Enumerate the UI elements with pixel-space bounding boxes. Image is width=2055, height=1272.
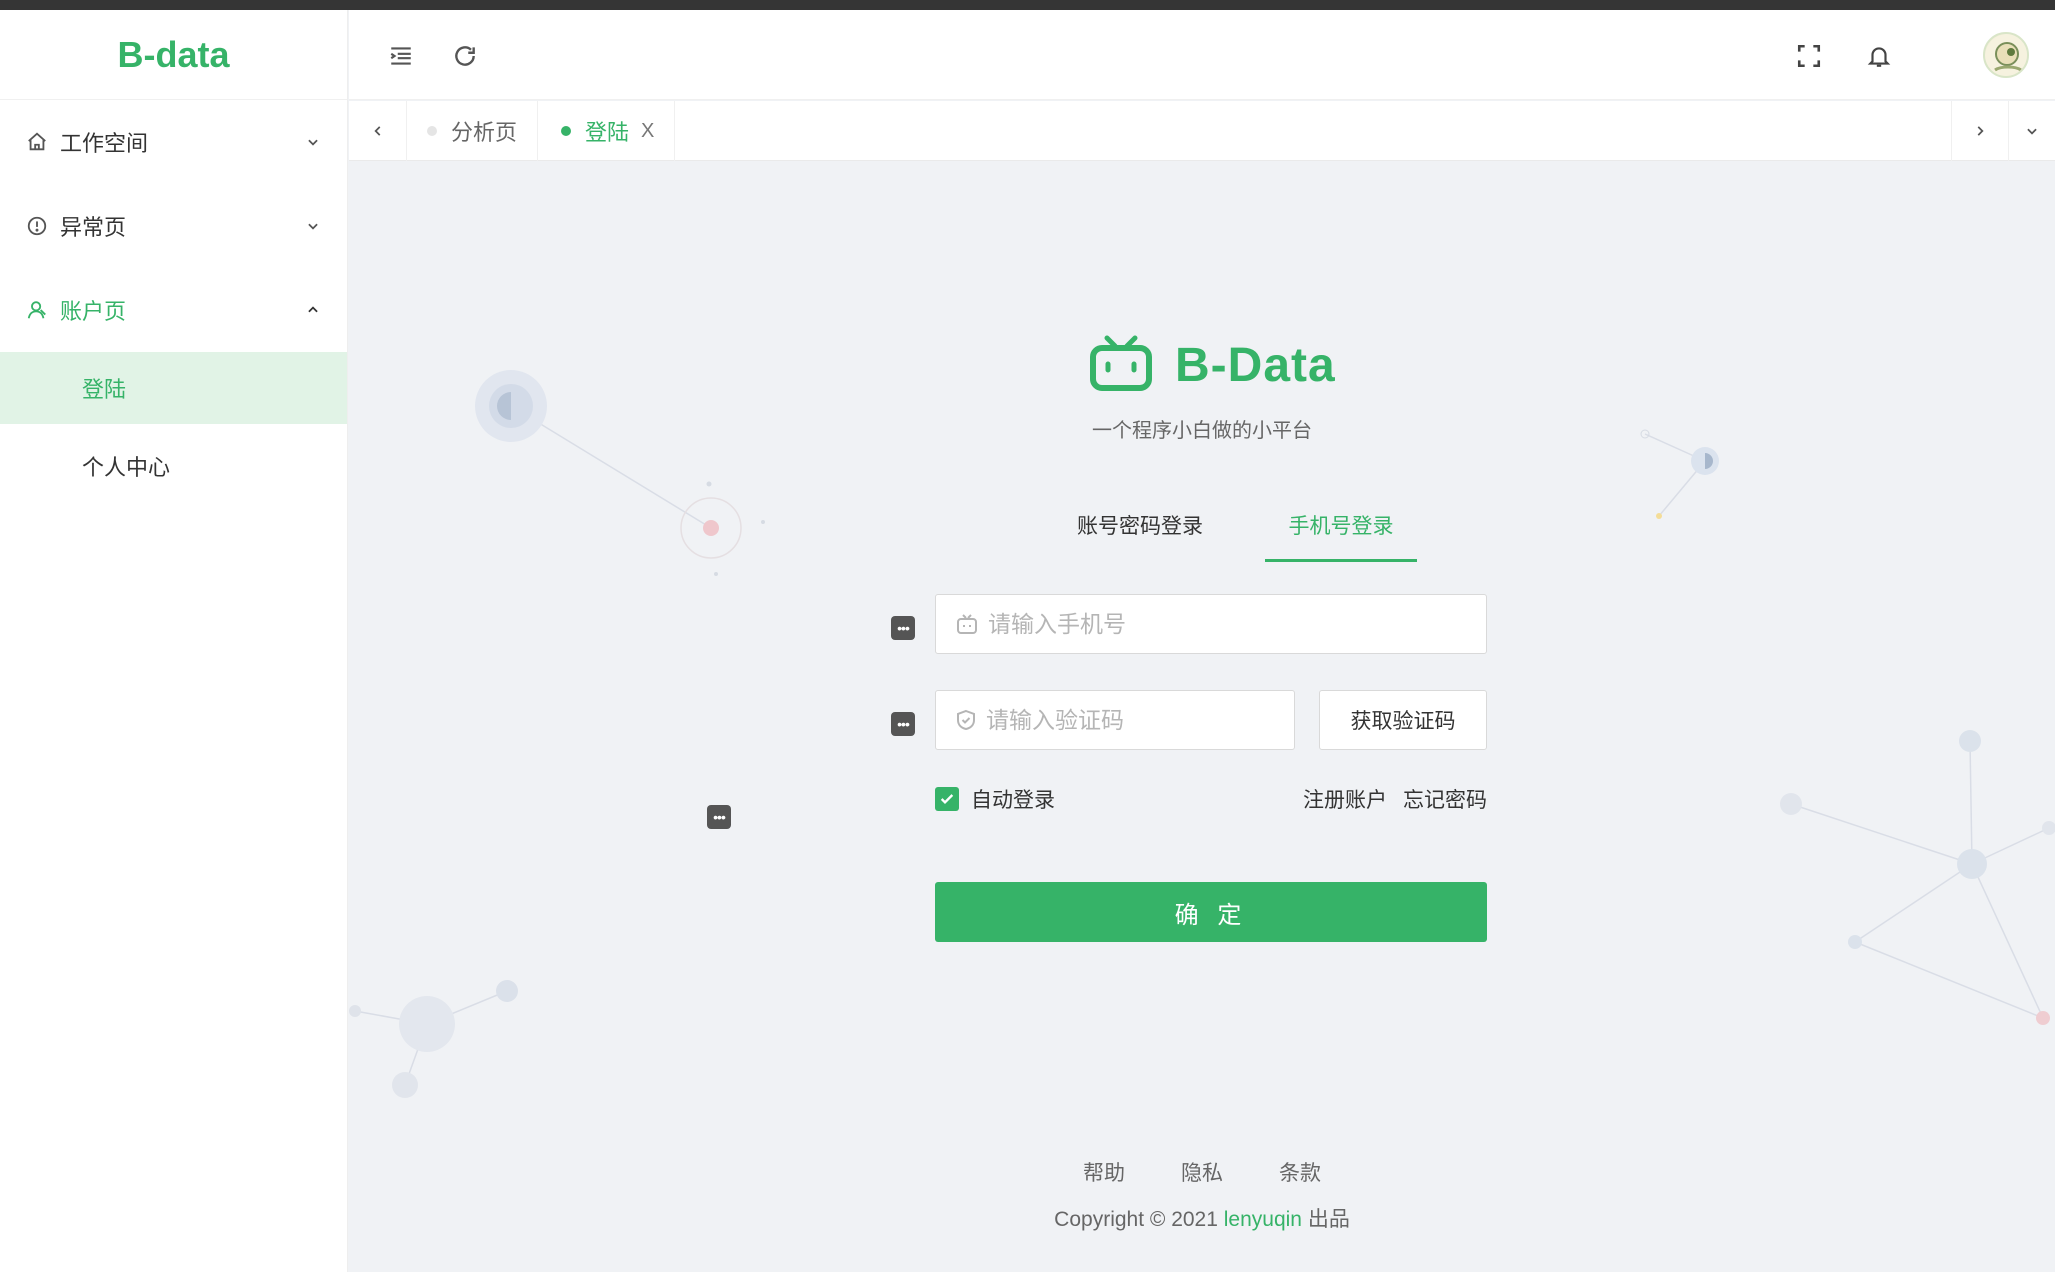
copyright-prefix: Copyright © 2021 — [1054, 1208, 1224, 1231]
phone-field[interactable] — [935, 594, 1487, 654]
footer-link-privacy[interactable]: 隐私 — [1181, 1157, 1223, 1187]
password-manager-icon[interactable]: ••• — [891, 712, 915, 736]
sidebar-item-workspace[interactable]: 工作空间 — [0, 100, 347, 184]
chevron-down-icon — [303, 216, 323, 236]
menu-fold-icon[interactable] — [385, 40, 417, 72]
close-icon[interactable]: X — [641, 120, 654, 143]
register-link[interactable]: 注册账户 — [1303, 784, 1387, 814]
chevron-down-icon — [303, 132, 323, 152]
brand: B-Data — [1089, 334, 1336, 397]
sidebar-item-account[interactable]: 账户页 — [0, 268, 347, 352]
refresh-icon[interactable] — [449, 40, 481, 72]
shield-check-icon — [954, 707, 978, 733]
submit-button[interactable]: 确 定 — [935, 882, 1487, 942]
tab-login[interactable]: 登陆 X — [541, 101, 676, 161]
tab-status-dot — [427, 126, 437, 136]
top-header — [349, 10, 2055, 100]
fullscreen-icon[interactable] — [1793, 40, 1825, 72]
tabs-scroll-right-icon[interactable] — [1951, 101, 2009, 161]
tabs-dropdown-icon[interactable] — [2009, 101, 2055, 161]
page-tabs-bar: 分析页 登陆 X — [349, 101, 2055, 161]
login-method-tabs: 账号密码登录 手机号登录 — [1029, 510, 1429, 562]
home-icon — [24, 129, 50, 155]
window-top-strip — [0, 0, 2055, 10]
alert-circle-icon — [24, 213, 50, 239]
sidebar-item-label: 异常页 — [60, 215, 127, 240]
forgot-password-link[interactable]: 忘记密码 — [1403, 784, 1487, 814]
sidebar-item-exception[interactable]: 异常页 — [0, 184, 347, 268]
sidebar-subitem-profile[interactable]: 个人中心 — [0, 430, 347, 502]
brand-subtitle: 一个程序小白做的小平台 — [1092, 420, 1312, 442]
tab-label: 分析页 — [451, 120, 518, 145]
login-page: B-Data 一个程序小白做的小平台 账号密码登录 手机号登录 ••• ••• … — [349, 162, 2055, 1272]
copyright-author-link[interactable]: lenyuqin — [1224, 1208, 1302, 1231]
bell-icon[interactable] — [1863, 40, 1895, 72]
mobile-icon — [954, 611, 980, 637]
avatar[interactable] — [1983, 32, 2029, 78]
password-manager-icon[interactable]: ••• — [707, 805, 731, 829]
brand-title: B-Data — [1175, 339, 1336, 392]
verification-code-field[interactable] — [935, 690, 1295, 750]
get-verification-code-button[interactable]: 获取验证码 — [1319, 690, 1487, 750]
tab-account-password-login[interactable]: 账号密码登录 — [1077, 510, 1203, 562]
checkmark-icon — [935, 787, 959, 811]
tabs-scroll-left-icon[interactable] — [349, 101, 407, 161]
auto-login-checkbox[interactable]: 自动登录 — [935, 784, 1055, 814]
phone-input[interactable] — [988, 610, 1468, 638]
copyright-suffix: 出品 — [1301, 1208, 1350, 1231]
verification-code-input[interactable] — [986, 706, 1282, 734]
tab-label: 登陆 — [585, 120, 630, 145]
sidebar: B-data 工作空间 异常页 账户页 登陆 个人中心 — [0, 10, 348, 1272]
footer-links: 帮助 隐私 条款 — [349, 1157, 2055, 1187]
footer-link-terms[interactable]: 条款 — [1279, 1157, 1321, 1187]
tab-analysis[interactable]: 分析页 — [407, 101, 539, 161]
sidebar-item-label: 账户页 — [60, 299, 127, 324]
app-logo[interactable]: B-data — [0, 10, 347, 100]
copyright: Copyright © 2021 lenyuqin 出品 — [349, 1203, 2055, 1233]
sidebar-subitem-login[interactable]: 登陆 — [0, 352, 347, 424]
user-icon — [24, 297, 50, 323]
auto-login-label: 自动登录 — [971, 789, 1055, 812]
tv-logo-icon — [1089, 334, 1153, 397]
tab-status-dot — [561, 126, 571, 136]
footer-link-help[interactable]: 帮助 — [1083, 1157, 1125, 1187]
account-links: 注册账户 忘记密码 — [1303, 784, 1487, 814]
password-manager-icon[interactable]: ••• — [891, 616, 915, 640]
tab-phone-login[interactable]: 手机号登录 — [1265, 510, 1417, 562]
sidebar-item-label: 工作空间 — [60, 131, 149, 156]
chevron-up-icon — [303, 300, 323, 320]
